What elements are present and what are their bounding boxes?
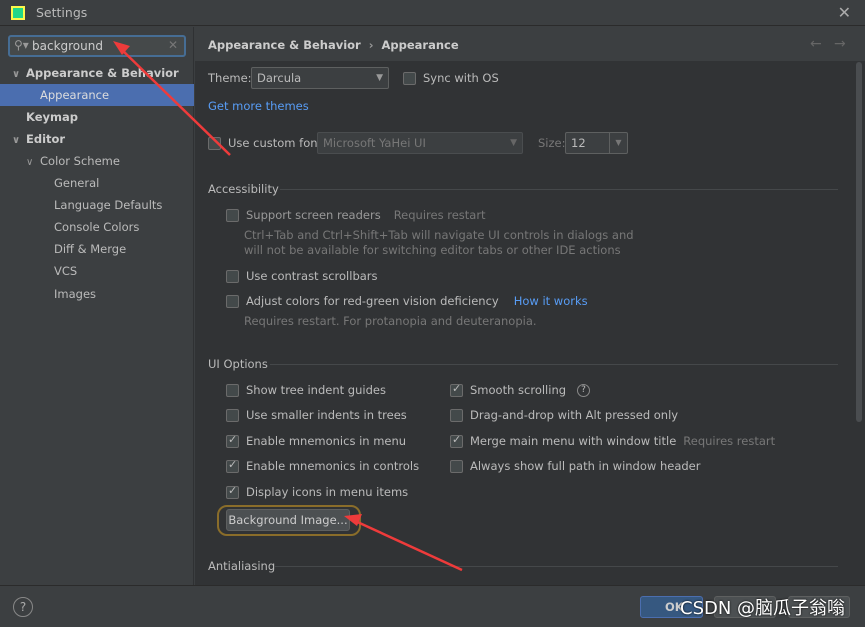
- help-button[interactable]: ?: [13, 597, 33, 617]
- annotation-arrows: [113, 41, 463, 572]
- arrow-to-button: [352, 518, 463, 572]
- watermark: CSDN @脑瓜子翁嗡: [680, 598, 846, 619]
- arrowhead: [113, 41, 130, 55]
- arrow-to-search: [119, 47, 231, 156]
